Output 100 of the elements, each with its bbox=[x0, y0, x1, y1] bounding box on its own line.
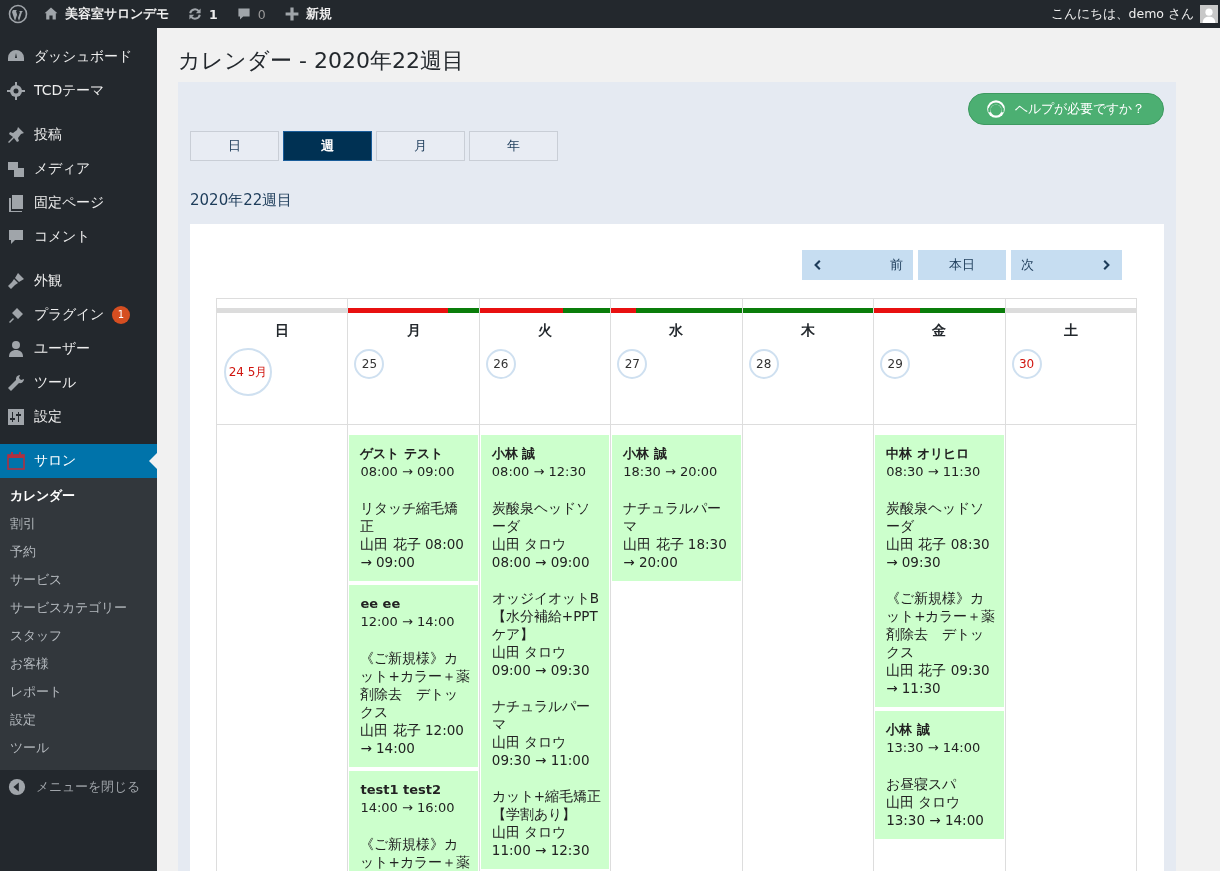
view-tab[interactable]: 週 bbox=[283, 131, 372, 161]
sidebar-item[interactable]: ダッシュボード bbox=[0, 40, 157, 74]
submenu-item[interactable]: お客様 bbox=[0, 650, 157, 678]
weekday-label: 水 bbox=[668, 322, 685, 340]
today-button[interactable]: 本日 bbox=[918, 250, 1006, 280]
weekday-label: 月 bbox=[405, 322, 422, 340]
appointment-time: 08:00 → 12:30 bbox=[491, 463, 587, 481]
date-circle[interactable]: 27 bbox=[617, 349, 648, 379]
collapse-menu-button[interactable]: メニューを閉じる bbox=[0, 770, 157, 804]
staff-time: 山田 花子 12:00 → 14:00 bbox=[360, 721, 465, 757]
avatar-icon bbox=[1200, 5, 1218, 23]
sidebar-item[interactable]: ツール bbox=[0, 366, 157, 400]
submenu-item[interactable]: サービス bbox=[0, 566, 157, 594]
appointment-card[interactable]: 小林 誠 18:30 → 20:00 ナチュラルパーマ 山田 花子 18:30 → 20:00 bbox=[612, 435, 741, 581]
sidebar-item[interactable]: 設定 bbox=[0, 400, 157, 434]
new-link[interactable]: 新規 bbox=[274, 5, 341, 23]
pages-icon bbox=[6, 193, 26, 213]
submenu-item[interactable]: カレンダー bbox=[0, 482, 157, 510]
count-badge: 1 bbox=[112, 306, 130, 324]
weekday-label: 日 bbox=[274, 322, 291, 340]
service-name: カット+縮毛矯正【学割あり】 bbox=[491, 787, 602, 823]
account-link[interactable]: こんにちは、demo さん bbox=[1041, 5, 1220, 23]
submenu-item[interactable]: ツール bbox=[0, 734, 157, 762]
appointment-time: 13:30 → 14:00 bbox=[886, 739, 982, 757]
left-arrow-circle-icon bbox=[8, 778, 26, 796]
sidebar-item[interactable]: プラグイン 1 bbox=[0, 298, 157, 332]
date-circle[interactable]: 28 bbox=[748, 349, 779, 379]
appointment-card[interactable]: 小林 誠 08:00 → 12:30 炭酸泉ヘッドソーダ 山田 タロウ 08:00 → 09:00 オッジイオットB【水分補給+PPTケア】 山田 タロウ 09:00 → 09:30 ナチュラルパーマ 山田 タロウ 09:30 → 11:00 カット+縮毛矯正【学割あり】 山田 タロウ 11:00 → 12:30 bbox=[480, 435, 610, 869]
customer-name: ee ee bbox=[360, 595, 402, 613]
service-name: お昼寝スパ bbox=[886, 775, 958, 793]
chevron-right-icon bbox=[1100, 259, 1112, 271]
user-icon bbox=[6, 339, 26, 359]
service-name: リタッチ縮毛矯正 bbox=[360, 499, 460, 535]
sidebar-item[interactable]: サロン bbox=[0, 444, 157, 478]
customer-name: ゲスト テスト bbox=[360, 445, 444, 463]
view-tab[interactable]: 月 bbox=[376, 131, 465, 161]
view-tab[interactable]: 日 bbox=[190, 131, 279, 161]
site-link[interactable]: 美容室サロンデモ bbox=[34, 5, 178, 23]
appointment-time: 18:30 → 20:00 bbox=[623, 463, 719, 481]
customer-name: 中林 オリヒロ bbox=[886, 445, 970, 463]
appointment-card[interactable]: 小林 誠 13:30 → 14:00 お昼寝スパ 山田 タロウ 13:30 → 14:00 bbox=[875, 711, 1004, 839]
sidebar-item[interactable]: 外観 bbox=[0, 264, 157, 298]
submenu-item[interactable]: 設定 bbox=[0, 706, 157, 734]
date-circle[interactable]: 24 5月 bbox=[224, 348, 272, 396]
staff-time: 山田 花子 18:30 → 20:00 bbox=[623, 535, 728, 571]
appointment-time: 14:00 → 16:00 bbox=[360, 799, 456, 817]
date-circle[interactable]: 26 bbox=[485, 349, 516, 379]
weekday-label: 火 bbox=[537, 322, 554, 340]
sidebar-item[interactable]: ユーザー bbox=[0, 332, 157, 366]
sidebar-item[interactable]: 固定ページ bbox=[0, 186, 157, 220]
staff-time: 山田 花子 08:30 → 09:30 bbox=[886, 535, 991, 571]
staff-time: 山田 花子 08:00 → 09:00 bbox=[360, 535, 465, 571]
sliders-icon bbox=[6, 407, 26, 427]
appointment-time: 08:30 → 11:30 bbox=[886, 463, 982, 481]
date-circle[interactable]: 29 bbox=[880, 349, 911, 379]
calendar-icon bbox=[6, 451, 26, 471]
customer-name: 小林 誠 bbox=[623, 445, 668, 463]
appointment-time: 08:00 → 09:00 bbox=[360, 463, 456, 481]
sidebar-item[interactable]: メディア bbox=[0, 152, 157, 186]
comments-link[interactable]: 0 bbox=[226, 6, 275, 22]
service-name: ナチュラルパーマ bbox=[491, 697, 591, 733]
service-name: 炭酸泉ヘッドソーダ bbox=[886, 499, 986, 535]
appointment-time: 12:00 → 14:00 bbox=[360, 613, 456, 631]
previous-button[interactable]: 前 bbox=[802, 250, 913, 280]
submenu-item[interactable]: スタッフ bbox=[0, 622, 157, 650]
next-button[interactable]: 次 bbox=[1011, 250, 1122, 280]
updates-link[interactable]: 1 bbox=[178, 6, 227, 22]
staff-time: 山田 タロウ 09:00 → 09:30 bbox=[491, 643, 591, 679]
staff-time: 山田 花子 09:30 → 11:30 bbox=[886, 661, 991, 697]
sidebar-item[interactable]: 投稿 bbox=[0, 118, 157, 152]
submenu-item[interactable]: レポート bbox=[0, 678, 157, 706]
wordpress-logo-icon[interactable] bbox=[8, 4, 28, 24]
appointment-card[interactable]: 中林 オリヒロ 08:30 → 11:30 炭酸泉ヘッドソーダ 山田 花子 08:30 → 09:30 《ご新規様》カット+カラー＋薬剤除去 デトックス 山田 花子 09:30 → 11:30 bbox=[875, 435, 1004, 707]
appointment-card[interactable]: test1 test2 14:00 → 16:00 《ご新規様》カット+カラー＋薬 bbox=[349, 771, 478, 871]
speech-bubble-icon bbox=[235, 6, 252, 22]
week-heading: 2020年22週目 bbox=[190, 191, 294, 210]
service-name: 《ご新規様》カット+カラー＋薬 bbox=[360, 835, 470, 871]
appointment-card[interactable]: ee ee 12:00 → 14:00 《ご新規様》カット+カラー＋薬剤除去 デトックス 山田 花子 12:00 → 14:00 bbox=[349, 585, 478, 767]
staff-time: 山田 タロウ 11:00 → 12:30 bbox=[491, 823, 591, 859]
staff-time: 山田 タロウ 13:30 → 14:00 bbox=[886, 793, 985, 829]
chevron-left-icon bbox=[812, 259, 824, 271]
weekday-label: 木 bbox=[799, 322, 816, 340]
service-name: ナチュラルパーマ bbox=[623, 499, 723, 535]
pin-icon bbox=[6, 125, 26, 145]
sidebar-item[interactable]: TCDテーマ bbox=[0, 74, 157, 108]
page-title: カレンダー - 2020年22週目 bbox=[178, 47, 465, 75]
appointment-card[interactable]: ゲスト テスト 08:00 → 09:00 リタッチ縮毛矯正 山田 花子 08:00 → 09:00 bbox=[349, 435, 478, 581]
date-circle[interactable]: 30 bbox=[1011, 349, 1042, 379]
customer-name: test1 test2 bbox=[360, 781, 442, 799]
staff-time: 山田 タロウ 08:00 → 09:00 bbox=[491, 535, 591, 571]
service-name: 炭酸泉ヘッドソーダ bbox=[491, 499, 591, 535]
service-name: オッジイオットB【水分補給+PPTケア】 bbox=[491, 589, 601, 643]
submenu-item[interactable]: 予約 bbox=[0, 538, 157, 566]
submenu-item[interactable]: サービスカテゴリー bbox=[0, 594, 157, 622]
date-circle[interactable]: 25 bbox=[354, 349, 385, 379]
submenu-item[interactable]: 割引 bbox=[0, 510, 157, 538]
view-tab[interactable]: 年 bbox=[469, 131, 558, 161]
service-name: 《ご新規様》カット+カラー＋薬剤除去 デトックス bbox=[360, 649, 470, 721]
sidebar-item[interactable]: コメント bbox=[0, 220, 157, 254]
customer-name: 小林 誠 bbox=[886, 721, 931, 739]
